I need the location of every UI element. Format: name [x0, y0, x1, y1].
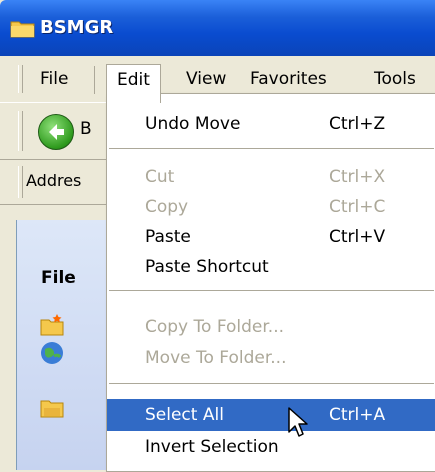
- title-bar[interactable]: BSMGR: [0, 0, 435, 56]
- edit-menu-dropdown: Undo Move Ctrl+Z Cut Ctrl+X Copy Ctrl+C …: [106, 93, 435, 472]
- menu-item-label: Cut: [145, 167, 175, 187]
- menu-edit[interactable]: Edit: [106, 64, 161, 103]
- menu-item-label: Move To Folder...: [145, 348, 287, 368]
- menu-item-label: Invert Selection: [145, 437, 279, 457]
- menu-separator: [109, 383, 434, 384]
- window-title: BSMGR: [40, 17, 114, 38]
- menu-separator: [109, 290, 434, 291]
- back-button[interactable]: [38, 114, 74, 150]
- menu-separator: [94, 66, 95, 94]
- address-label: Addres: [26, 171, 82, 190]
- menu-item-paste-shortcut[interactable]: Paste Shortcut: [107, 252, 435, 282]
- toolbar-grip[interactable]: [18, 111, 23, 151]
- menu-tools[interactable]: Tools: [364, 64, 426, 94]
- menu-item-select-all[interactable]: Select All Ctrl+A: [107, 399, 435, 431]
- back-label: B: [80, 119, 92, 139]
- addressbar-grip[interactable]: [18, 166, 23, 198]
- menu-item-move-to-folder: Move To Folder...: [107, 343, 435, 373]
- menu-item-label: Copy: [145, 197, 189, 217]
- folder-icon: [10, 21, 35, 38]
- mouse-cursor-icon: [288, 407, 308, 437]
- menu-item-copy: Copy Ctrl+C: [107, 192, 435, 222]
- menu-item-copy-to-folder: Copy To Folder...: [107, 312, 435, 342]
- menu-item-label: Paste: [145, 227, 191, 247]
- menu-item-label: Undo Move: [145, 114, 241, 134]
- publish-web-icon[interactable]: [39, 340, 65, 366]
- menu-item-cut: Cut Ctrl+X: [107, 162, 435, 192]
- menu-item-paste[interactable]: Paste Ctrl+V: [107, 222, 435, 252]
- menu-item-label: Select All: [145, 405, 224, 425]
- menu-item-undo-move[interactable]: Undo Move Ctrl+Z: [107, 109, 435, 139]
- menu-separator: [109, 148, 434, 149]
- menubar-grip[interactable]: [18, 65, 23, 93]
- menu-item-label: Paste Shortcut: [145, 257, 269, 277]
- menu-item-label: Copy To Folder...: [145, 317, 285, 337]
- menu-view[interactable]: View: [176, 64, 236, 94]
- new-folder-icon[interactable]: [39, 312, 65, 338]
- menu-item-shortcut: Ctrl+V: [329, 227, 386, 247]
- menu-item-shortcut: Ctrl+Z: [329, 114, 386, 134]
- menu-item-invert-selection[interactable]: Invert Selection: [107, 432, 435, 462]
- menu-file[interactable]: File: [30, 64, 78, 94]
- menu-favorites[interactable]: Favorites: [240, 64, 337, 94]
- menu-item-shortcut: Ctrl+C: [329, 197, 386, 217]
- back-arrow-icon: [49, 124, 64, 140]
- share-folder-icon[interactable]: [39, 394, 65, 420]
- task-group-header[interactable]: File: [41, 268, 76, 288]
- menu-item-shortcut: Ctrl+X: [329, 167, 386, 187]
- menu-item-shortcut: Ctrl+A: [329, 405, 386, 425]
